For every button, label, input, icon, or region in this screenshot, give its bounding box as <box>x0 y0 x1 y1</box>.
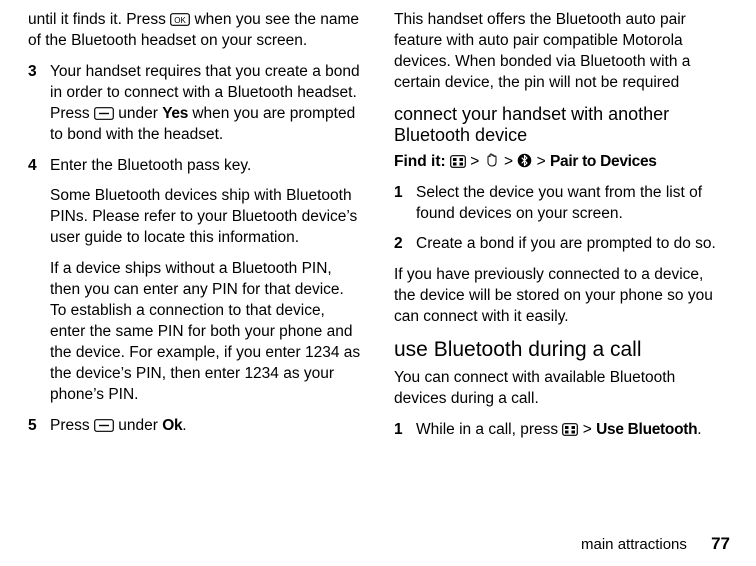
intro-text-a: until it finds it. Press <box>28 11 170 28</box>
c-step-1: 1 While in a call, press > Use Bluetooth… <box>394 420 728 441</box>
r-step2-text: Create a bond if you are prompted to do … <box>416 234 728 255</box>
intro-continuation: until it finds it. Press OK when you see… <box>28 10 362 52</box>
svg-text:OK: OK <box>174 16 186 25</box>
ok-icon: OK <box>170 13 190 26</box>
step4-text-c: If a device ships without a Bluetooth PI… <box>50 259 362 405</box>
heading-use-call: use Bluetooth during a call <box>394 338 728 362</box>
hand-icon <box>484 152 500 168</box>
step-num-4: 4 <box>28 156 50 406</box>
r-step-num-2: 2 <box>394 234 416 255</box>
right-intro: This handset offers the Bluetooth auto p… <box>394 10 728 94</box>
r-step-num-1: 1 <box>394 183 416 225</box>
softkey-icon <box>94 419 114 432</box>
step-4: 4 Enter the Bluetooth pass key. Some Blu… <box>28 156 362 406</box>
step5-text: Press under Ok. <box>50 416 362 437</box>
step-num-5: 5 <box>28 416 50 437</box>
step4-text-b: Some Bluetooth devices ship with Bluetoo… <box>50 186 362 249</box>
heading-connect-device: connect your handset with another Blueto… <box>394 104 728 146</box>
step-num-3: 3 <box>28 62 50 146</box>
softkey-icon <box>94 107 114 120</box>
page-footer: main attractions 77 <box>581 534 730 554</box>
find-it-line: Find it: > > > Pair to Devices <box>394 152 728 173</box>
menu-icon <box>450 155 466 168</box>
right-call-desc: You can connect with available Bluetooth… <box>394 368 728 410</box>
right-prev-connected: If you have previously connected to a de… <box>394 265 728 328</box>
r-step-2: 2 Create a bond if you are prompted to d… <box>394 234 728 255</box>
footer-section: main attractions <box>581 536 687 553</box>
find-it-label: Find it: <box>394 153 450 170</box>
c-step-num-1: 1 <box>394 420 416 441</box>
r-step1-text: Select the device you want from the list… <box>416 183 728 225</box>
c-step1-text: While in a call, press > Use Bluetooth. <box>416 420 728 441</box>
step4-text-a: Enter the Bluetooth pass key. <box>50 156 362 177</box>
step-5: 5 Press under Ok. <box>28 416 362 437</box>
step3-text: Your handset requires that you create a … <box>50 62 362 146</box>
bluetooth-icon <box>517 153 532 168</box>
menu-icon <box>562 423 578 436</box>
step-3: 3 Your handset requires that you create … <box>28 62 362 146</box>
r-step-1: 1 Select the device you want from the li… <box>394 183 728 225</box>
footer-page-number: 77 <box>711 534 730 553</box>
